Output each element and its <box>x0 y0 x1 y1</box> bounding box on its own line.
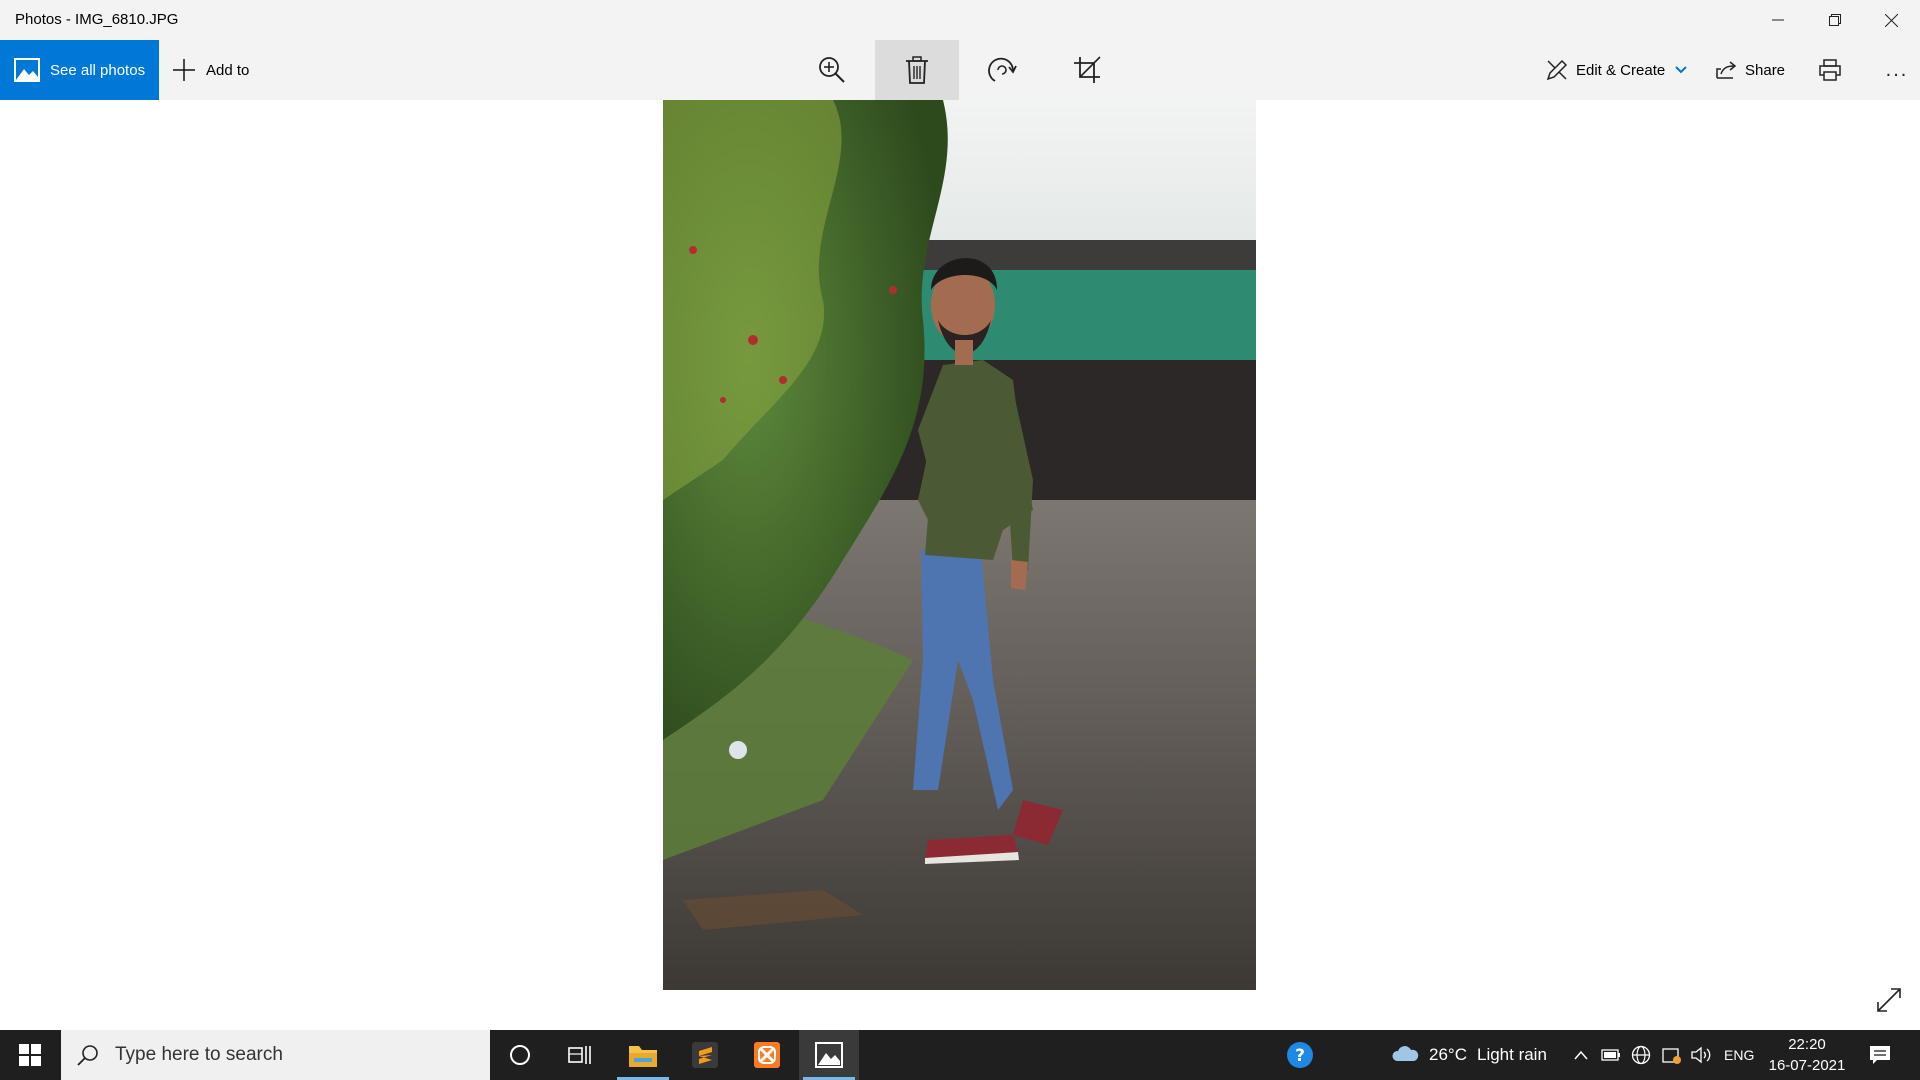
sublime-text-icon <box>692 1042 718 1068</box>
volume-tray-button[interactable] <box>1689 1030 1715 1080</box>
show-hidden-icons-button[interactable] <box>1571 1030 1591 1080</box>
notification-icon <box>1870 1046 1890 1064</box>
start-button[interactable] <box>0 1030 60 1080</box>
close-icon <box>1885 13 1898 27</box>
search-placeholder: Type here to search <box>115 1044 283 1065</box>
title-bar: Photos - IMG_6810.JPG <box>0 0 1920 40</box>
photos-taskbar-button[interactable] <box>799 1030 859 1080</box>
zoom-in-icon <box>819 57 845 83</box>
weather-text[interactable]: 26°C Light rain <box>1429 1030 1547 1080</box>
photos-app-icon <box>815 1042 843 1068</box>
crop-icon <box>1074 56 1101 83</box>
xampp-taskbar-button[interactable] <box>737 1030 797 1080</box>
zoom-button[interactable] <box>790 40 874 100</box>
file-explorer-taskbar-button[interactable] <box>613 1030 673 1080</box>
rotate-icon <box>988 57 1017 82</box>
more-options-label: ... <box>1885 58 1909 81</box>
cortana-icon <box>510 1045 530 1065</box>
photo-image[interactable] <box>663 100 1256 990</box>
share-icon <box>1716 61 1737 79</box>
see-all-photos-label: See all photos <box>50 61 146 79</box>
edit-create-icon <box>1546 59 1568 81</box>
battery-icon <box>1601 1049 1620 1061</box>
crop-button[interactable] <box>1045 40 1129 100</box>
edit-create-label: Edit & Create <box>1576 61 1666 79</box>
taskbar-search-box[interactable]: Type here to search <box>61 1030 490 1080</box>
globe-icon <box>1631 1045 1651 1065</box>
clock-date: 16-07-2021 <box>1768 1057 1846 1074</box>
more-options-button[interactable]: ... <box>1874 40 1920 100</box>
taskbar-clock[interactable]: 22:20 16-07-2021 <box>1762 1034 1852 1076</box>
fullscreen-icon[interactable] <box>1874 985 1904 1015</box>
see-all-photos-button[interactable]: See all photos <box>0 40 159 100</box>
weather-temp: 26°C <box>1429 1045 1467 1064</box>
taskbar: Type here to search ? 26°C Light rain EN… <box>0 1030 1920 1080</box>
share-button[interactable]: Share <box>1715 40 1785 100</box>
toolbar: See all photos Add to Edit & Create Shar… <box>0 40 1920 100</box>
xampp-icon <box>754 1042 780 1068</box>
cloud-rain-icon <box>1392 1046 1419 1061</box>
search-icon <box>77 1045 98 1066</box>
task-view-icon <box>568 1046 591 1064</box>
chevron-up-icon <box>1574 1050 1588 1060</box>
restore-button[interactable] <box>1806 0 1863 40</box>
minimize-icon <box>1771 19 1784 21</box>
plus-icon <box>173 59 195 81</box>
input-language[interactable]: ENG <box>1724 1030 1754 1080</box>
cortana-button[interactable] <box>490 1030 550 1080</box>
action-center-button[interactable] <box>1860 1030 1900 1080</box>
photo-viewer <box>0 100 1920 1030</box>
windows-logo-icon <box>19 1044 41 1066</box>
share-label: Share <box>1745 61 1786 79</box>
delete-button[interactable] <box>875 40 959 100</box>
help-tray-button[interactable]: ? <box>1280 1030 1320 1080</box>
weather-condition: Light rain <box>1476 1045 1547 1064</box>
photo-illustration <box>663 100 1256 990</box>
network-tray-button[interactable] <box>1628 1030 1654 1080</box>
window-title: Photos - IMG_6810.JPG <box>15 11 179 28</box>
add-to-label: Add to <box>206 61 250 79</box>
minimize-button[interactable] <box>1749 0 1806 40</box>
speaker-icon <box>1691 1046 1711 1064</box>
clock-time: 22:20 <box>1788 1036 1826 1053</box>
chevron-down-icon <box>1675 66 1687 74</box>
defender-warning-icon <box>1662 1048 1681 1064</box>
battery-tray-button[interactable] <box>1599 1030 1623 1080</box>
print-button[interactable] <box>1786 40 1874 100</box>
task-view-button[interactable] <box>550 1030 610 1080</box>
edit-create-button[interactable]: Edit & Create <box>1546 40 1687 100</box>
photos-landscape-icon <box>14 58 40 82</box>
weather-tray-button[interactable] <box>1390 1030 1420 1080</box>
help-icon: ? <box>1287 1042 1313 1068</box>
print-icon <box>1819 59 1841 81</box>
svg-text:?: ? <box>1295 1046 1305 1066</box>
close-button[interactable] <box>1863 0 1920 40</box>
file-explorer-icon <box>629 1046 657 1067</box>
rotate-button[interactable] <box>960 40 1044 100</box>
trash-icon <box>906 56 928 84</box>
sublime-text-taskbar-button[interactable] <box>675 1030 735 1080</box>
add-to-button[interactable]: Add to <box>172 40 249 100</box>
restore-icon <box>1828 14 1841 26</box>
security-tray-button[interactable] <box>1659 1030 1685 1080</box>
